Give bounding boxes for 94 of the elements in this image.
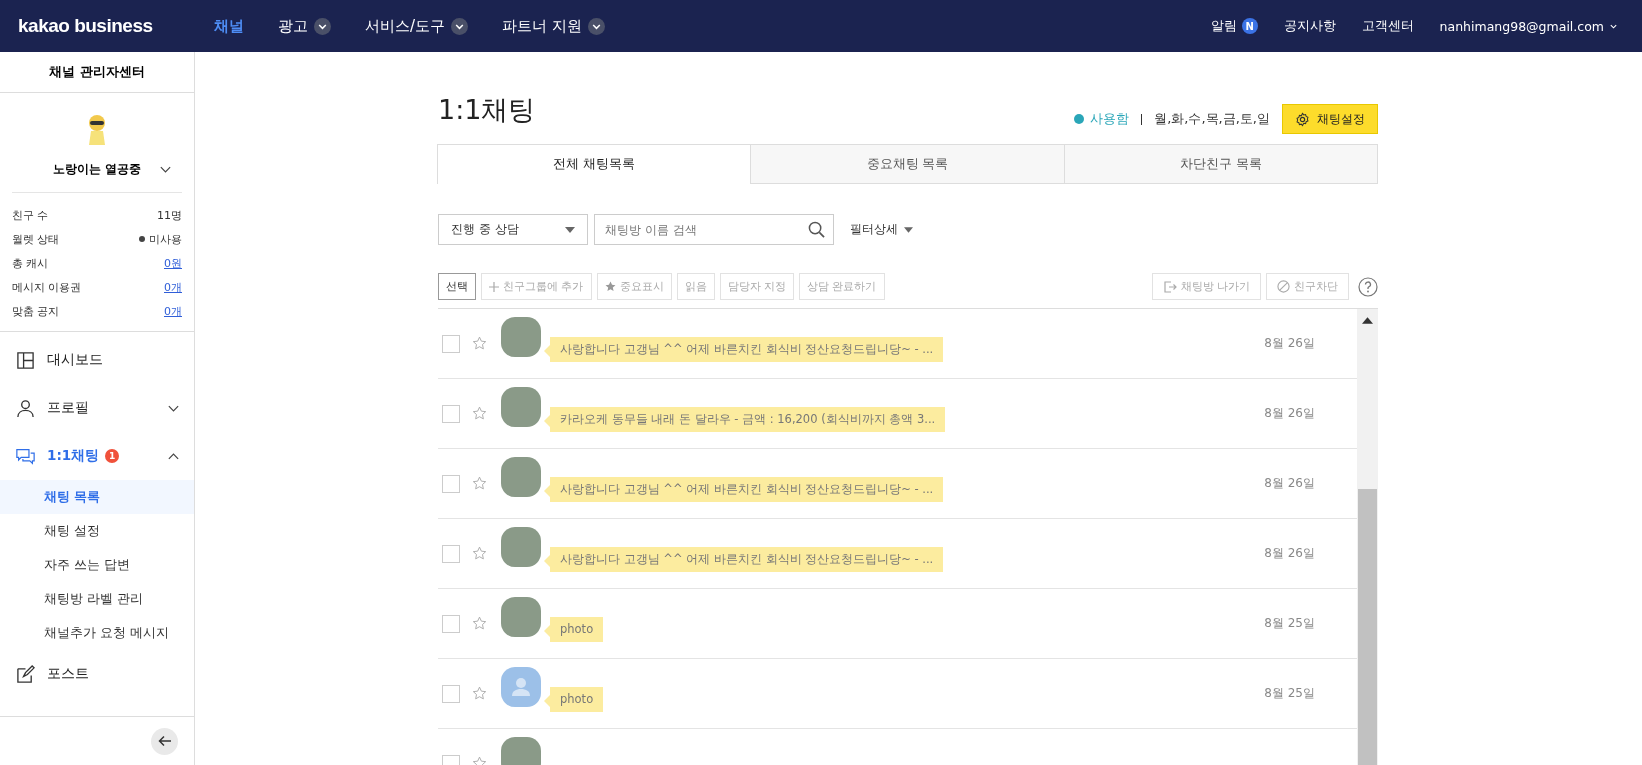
pencil-icon xyxy=(16,664,35,684)
stat-label: 맞춤 공지 xyxy=(12,303,60,319)
stat-value: 11명 xyxy=(157,207,182,223)
row-checkbox[interactable] xyxy=(442,474,460,493)
star-icon[interactable] xyxy=(472,546,487,561)
plus-icon xyxy=(489,281,499,292)
sidebar-subitem[interactable]: 채팅방 라벨 관리 xyxy=(0,582,194,616)
sidebar-subitem[interactable]: 채팅 목록 xyxy=(0,480,194,514)
tab[interactable]: 중요채팅 목록 xyxy=(750,144,1065,183)
message-preview: 사랑합니다 고갱님 ^^ 어제 바른치킨 회식비 정산요청드립니당~ - ... xyxy=(544,477,944,502)
default-avatar-icon xyxy=(501,666,541,707)
chat-date: 8월 25일 xyxy=(1264,615,1315,632)
filter-detail-button[interactable]: 필터상세 xyxy=(844,220,919,239)
arrow-left-icon xyxy=(156,733,173,749)
message-preview: 카라오케 동무들 내래 돈 달라우 - 금액 : 16,200 (회식비까지 총액 3... xyxy=(544,407,946,432)
nav-link[interactable]: 서비스/도구 xyxy=(365,16,469,36)
chat-date: 8월 26일 xyxy=(1264,405,1315,422)
avatar-photo-placeholder xyxy=(501,386,541,427)
message-preview: photo xyxy=(544,687,604,712)
header-link[interactable]: 공지사항 xyxy=(1283,17,1336,35)
row-checkbox[interactable] xyxy=(442,614,460,633)
chevron-down-icon xyxy=(587,17,605,35)
caret-down-icon xyxy=(565,226,575,233)
status-dropdown[interactable]: 진행 중 상담 xyxy=(438,214,588,245)
stat-value: 미사용 xyxy=(139,231,182,247)
tab[interactable]: 전체 채팅목록 xyxy=(437,144,752,184)
message-preview: 사랑합니다 고갱님 ^^ 어제 바른치킨 회식비 정산요청드립니당~ - ... xyxy=(544,337,944,362)
logo[interactable]: kakao business xyxy=(18,15,214,37)
stat-label: 총 캐시 xyxy=(12,255,49,271)
chat-date: 8월 26일 xyxy=(1264,335,1315,352)
scroll-up-icon[interactable] xyxy=(1362,317,1373,324)
dashboard-icon xyxy=(16,350,35,370)
stat-link[interactable]: 0개 xyxy=(164,303,182,319)
scrollbar[interactable] xyxy=(1357,309,1378,765)
new-badge: N xyxy=(1241,18,1258,34)
sidebar-item[interactable]: 포스트 xyxy=(0,650,194,698)
chat-date: 8월 26일 xyxy=(1264,475,1315,492)
avatar-photo-placeholder xyxy=(501,526,541,567)
avatar-photo-placeholder xyxy=(501,736,541,765)
alerts-link[interactable]: 알림 N xyxy=(1210,17,1258,35)
channel-selector[interactable]: 노랑이는 열공중 xyxy=(12,157,182,182)
nav-link[interactable]: 광고 xyxy=(278,16,331,36)
chevron-down-icon xyxy=(451,17,469,35)
collapse-sidebar-button[interactable] xyxy=(151,727,178,755)
chat-settings-button[interactable]: 채팅설정 xyxy=(1282,104,1378,134)
search-field[interactable]: 채팅방 이름 검색 xyxy=(594,214,834,245)
star-icon[interactable] xyxy=(472,686,487,701)
stat-label: 친구 수 xyxy=(12,207,49,223)
message-preview: photo xyxy=(544,617,604,642)
stat-label: 월렛 상태 xyxy=(12,231,60,247)
sidebar-subitem[interactable]: 채팅 설정 xyxy=(0,514,194,548)
sidebar-subitem[interactable]: 채널추가 요청 메시지 xyxy=(0,616,194,650)
avatar-photo-placeholder xyxy=(501,456,541,497)
chat-status: 사용함 xyxy=(1074,110,1130,128)
page-title: 1:1채팅 xyxy=(438,93,536,127)
chat-icon xyxy=(16,446,35,466)
help-icon[interactable] xyxy=(1358,276,1378,297)
row-checkbox[interactable] xyxy=(442,684,460,703)
sidebar-item[interactable]: 대시보드 xyxy=(0,336,194,384)
sidebar-subitem[interactable]: 자주 쓰는 답변 xyxy=(0,548,194,582)
sidebar-title: 채널 관리자센터 xyxy=(0,52,194,93)
header-link[interactable]: 고객센터 xyxy=(1361,17,1414,35)
row-checkbox[interactable] xyxy=(442,334,460,353)
avatar-photo-placeholder xyxy=(501,596,541,637)
sidebar-item[interactable]: 1:1채팅 1 xyxy=(0,432,194,480)
person-icon xyxy=(16,398,35,418)
message-preview: 사랑합니다 고갱님 ^^ 어제 바른치킨 회식비 정산요청드립니당~ - ... xyxy=(544,547,944,572)
chat-date: 8월 26일 xyxy=(1264,545,1315,562)
star-icon[interactable] xyxy=(472,336,487,351)
stat-label: 메시지 이용권 xyxy=(12,279,82,295)
exit-icon xyxy=(1162,279,1177,294)
account-menu[interactable]: nanhimang98@gmail.com xyxy=(1439,18,1618,34)
operating-days: 월,화,수,목,금,토,일 xyxy=(1154,110,1270,128)
action-button[interactable]: 선택 xyxy=(438,273,476,300)
stat-link[interactable]: 0원 xyxy=(164,255,182,271)
star-icon[interactable] xyxy=(472,616,487,631)
star-icon[interactable] xyxy=(472,406,487,421)
caret-down-icon xyxy=(904,226,913,233)
star-icon xyxy=(604,281,616,292)
gear-icon xyxy=(1295,111,1310,127)
nav-link[interactable]: 파트너 지원 xyxy=(502,16,605,36)
count-badge: 1 xyxy=(105,449,120,463)
search-icon[interactable] xyxy=(808,221,825,238)
avatar-photo-placeholder xyxy=(501,316,541,357)
stat-link[interactable]: 0개 xyxy=(164,279,182,295)
block-icon xyxy=(1277,280,1290,293)
chat-date: 8월 25일 xyxy=(1264,685,1315,702)
chevron-down-icon xyxy=(314,17,331,35)
tab[interactable]: 차단친구 목록 xyxy=(1063,144,1378,183)
row-checkbox[interactable] xyxy=(442,404,460,423)
star-icon[interactable] xyxy=(472,476,487,491)
row-checkbox[interactable] xyxy=(442,544,460,563)
sidebar-item[interactable]: 프로필 xyxy=(0,384,194,432)
nav-link[interactable]: 채널 xyxy=(214,16,244,36)
